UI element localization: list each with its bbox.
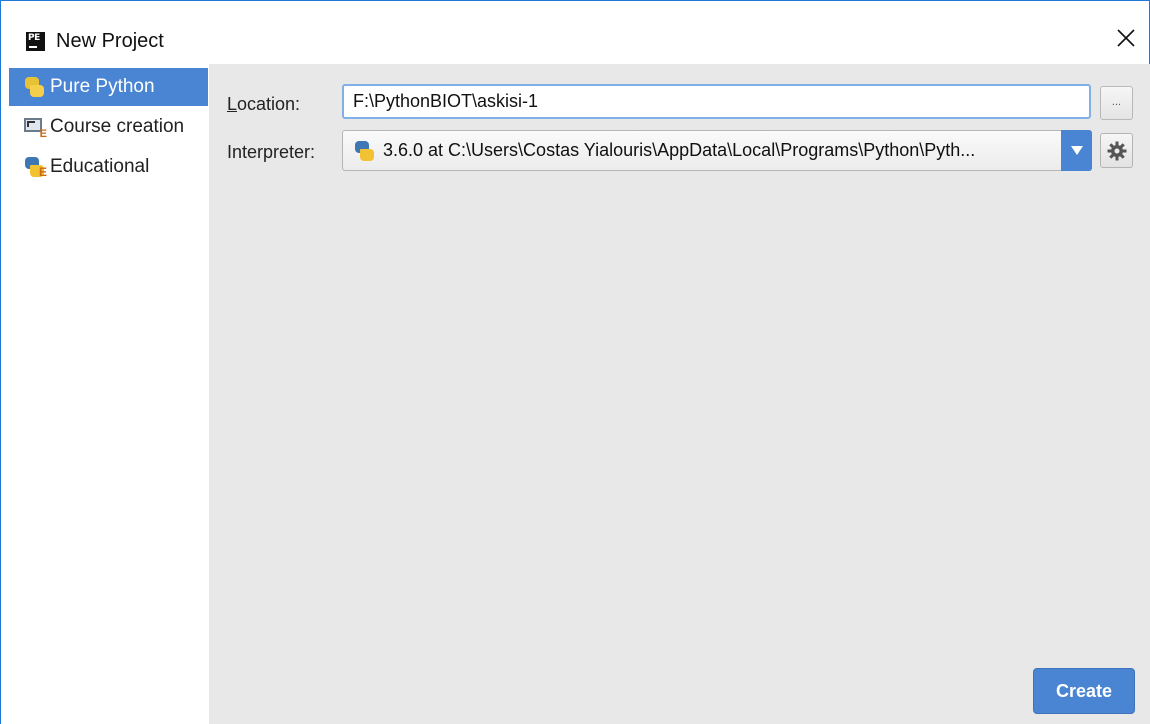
title-bar: PE New Project [1, 1, 1149, 64]
location-input[interactable] [342, 84, 1091, 119]
close-button[interactable] [1103, 17, 1149, 63]
sidebar-item-educational[interactable]: E Educational [9, 148, 208, 186]
chevron-down-icon [1070, 146, 1083, 155]
new-project-dialog: PE New Project Pure Python E Course crea… [0, 0, 1150, 724]
python-icon [23, 76, 45, 98]
location-label: Location: [227, 94, 301, 114]
browse-button[interactable]: ... [1100, 86, 1133, 120]
close-icon [1117, 29, 1135, 47]
interpreter-select[interactable]: 3.6.0 at C:\Users\Costas Yialouris\AppDa… [342, 130, 1092, 171]
window-title: New Project [56, 30, 164, 52]
educational-icon: E [23, 156, 47, 179]
project-type-sidebar: Pure Python E Course creation E Educatio… [1, 64, 209, 724]
pycharm-edu-logo-icon: PE [26, 32, 45, 51]
sidebar-item-label: Pure Python [50, 76, 155, 97]
sidebar-item-course-creation[interactable]: E Course creation [9, 108, 208, 146]
sidebar-item-label: Educational [50, 156, 150, 177]
course-creation-icon: E [23, 116, 47, 140]
settings-pane: Location: ... Interpreter: 3.6.0 at C:\U… [209, 64, 1150, 724]
interpreter-settings-button[interactable] [1100, 133, 1133, 168]
interpreter-value: 3.6.0 at C:\Users\Costas Yialouris\AppDa… [383, 140, 976, 160]
create-button[interactable]: Create [1033, 668, 1135, 714]
sidebar-item-label: Course creation [50, 116, 185, 137]
dropdown-arrow-button[interactable] [1061, 130, 1092, 171]
python-icon [353, 140, 375, 162]
interpreter-label: Interpreter: [227, 142, 316, 162]
gear-icon [1107, 141, 1126, 160]
sidebar-item-pure-python[interactable]: Pure Python [9, 68, 208, 106]
